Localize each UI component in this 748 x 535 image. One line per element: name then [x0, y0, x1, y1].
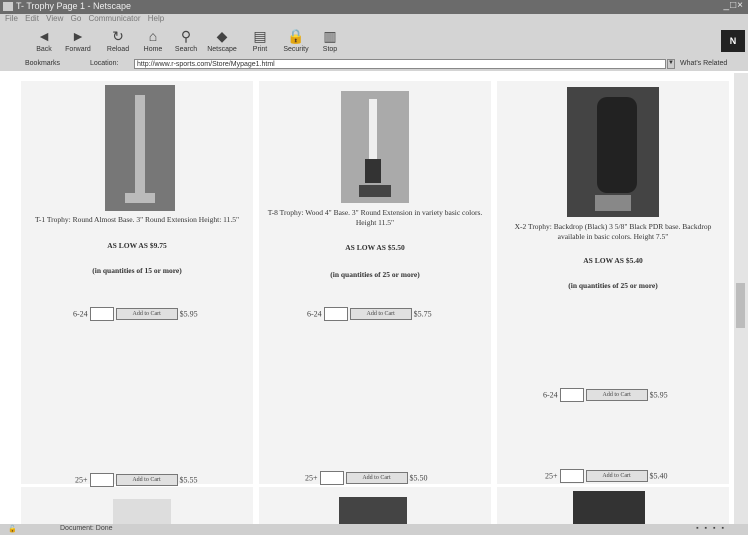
add-to-cart-button[interactable]: Add to Cart [345, 472, 408, 484]
product-cell-1: T-1 Trophy: Round Almost Base. 3" Round … [21, 81, 253, 487]
location-label: Location: [90, 60, 119, 67]
product-cell-3: X-2 Trophy: Backdrop (Black) 3 5/8" Blac… [497, 81, 729, 484]
tier-label: 25+ [305, 473, 318, 483]
product-image-5[interactable] [339, 497, 407, 524]
netscape-icon: ◆ [216, 28, 228, 44]
print-icon: ▤ [253, 28, 267, 44]
security-icon: 🔒 [287, 28, 305, 44]
quantity-input[interactable] [89, 307, 114, 321]
menu-bar: File Edit View Go Communicator Help [0, 14, 748, 26]
component-bar-icons[interactable]: ▪▪▪▪ [696, 525, 730, 532]
price-line-2: AS LOW AS $5.50 [345, 243, 405, 252]
stop-icon: ▥ [323, 28, 337, 44]
tier-label: 6-24 [307, 309, 322, 319]
print-button[interactable]: ▤ Print [244, 28, 276, 53]
tier-row: 25+ Add to Cart $5.50 [305, 471, 428, 485]
menu-view[interactable]: View [46, 14, 63, 23]
netscape-logo[interactable]: N [721, 30, 745, 52]
url-dropdown-icon[interactable]: ▼ [667, 59, 675, 69]
tier-label: 25+ [75, 475, 88, 485]
window-controls[interactable]: _□× [724, 0, 744, 11]
home-button[interactable]: ⌂ Home [137, 28, 169, 53]
add-to-cart-button[interactable]: Add to Cart [349, 308, 412, 320]
price-line-1: AS LOW AS $9.75 [107, 241, 167, 250]
search-button[interactable]: ⚲ Search [170, 28, 202, 53]
scrollbar-thumb[interactable] [736, 283, 745, 328]
tier-price: $5.95 [179, 309, 198, 319]
whats-related-button[interactable]: What's Related [680, 60, 727, 67]
add-to-cart-button[interactable]: Add to Cart [115, 474, 178, 486]
search-icon: ⚲ [180, 28, 192, 44]
forward-button[interactable]: ► Forward [62, 28, 94, 53]
add-to-cart-button[interactable]: Add to Cart [585, 389, 648, 401]
product-description-1: T-1 Trophy: Round Almost Base. 3" Round … [34, 215, 240, 224]
product-cell-2: T-8 Trophy: Wood 4" Base. 3" Round Exten… [259, 81, 491, 485]
menu-go[interactable]: Go [71, 14, 82, 23]
quantity-line-1: (in quantities of 15 or more) [92, 266, 182, 275]
quantity-input[interactable] [89, 473, 114, 487]
menu-help[interactable]: Help [148, 14, 164, 23]
product-image-6[interactable] [573, 491, 645, 524]
netscape-button[interactable]: ◆ Netscape [206, 28, 238, 53]
product-image-4[interactable] [113, 499, 171, 524]
security-button[interactable]: 🔒 Security [280, 28, 312, 53]
home-icon: ⌂ [148, 28, 158, 44]
product-image-2[interactable] [341, 91, 409, 203]
quantity-input[interactable] [559, 469, 584, 483]
tier-price: $5.95 [649, 390, 668, 400]
menu-file[interactable]: File [5, 14, 18, 23]
quantity-line-3: (in quantities of 25 or more) [568, 281, 658, 290]
status-bar: 🔓 Document: Done ▪▪▪▪ [0, 524, 748, 535]
tier-row: 6-24 Add to Cart $5.95 [73, 307, 198, 321]
product-cell-5 [259, 487, 491, 524]
tier-label: 6-24 [73, 309, 88, 319]
tier-label: 25+ [545, 471, 558, 481]
product-cell-6 [497, 487, 729, 524]
price-line-3: AS LOW AS $5.40 [583, 256, 643, 265]
navigation-toolbar: ◄ Back ► Forward ↻ Reload ⌂ Home ⚲ Search ◆ Ne… [0, 26, 748, 59]
location-bar: Bookmarks Location: http://www.r-sports.… [0, 59, 748, 71]
page-content: T-1 Trophy: Round Almost Base. 3" Round … [17, 73, 733, 524]
back-arrow-icon: ◄ [37, 28, 51, 44]
window-title: T- Trophy Page 1 - Netscape [16, 1, 132, 11]
url-input[interactable]: http://www.r-sports.com/Store/Mypage1.ht… [134, 59, 666, 69]
stop-button[interactable]: ▥ Stop [314, 28, 346, 53]
netscape-app-icon [3, 2, 13, 11]
tier-row: 6-24 Add to Cart $5.75 [307, 307, 432, 321]
product-cell-4 [21, 487, 253, 524]
tier-price: $5.75 [413, 309, 432, 319]
product-image-1[interactable] [105, 85, 175, 211]
forward-arrow-icon: ► [71, 28, 85, 44]
tier-price: $5.50 [409, 473, 428, 483]
vertical-scrollbar[interactable] [734, 73, 748, 524]
menu-edit[interactable]: Edit [25, 14, 39, 23]
quantity-line-2: (in quantities of 25 or more) [330, 270, 420, 279]
quantity-input[interactable] [559, 388, 584, 402]
product-image-3[interactable] [567, 87, 659, 217]
title-bar: T- Trophy Page 1 - Netscape _□× [0, 0, 748, 14]
tier-price: $5.40 [649, 471, 668, 481]
quantity-input[interactable] [319, 471, 344, 485]
tier-row: 6-24 Add to Cart $5.95 [543, 388, 668, 402]
add-to-cart-button[interactable]: Add to Cart [115, 308, 178, 320]
status-text: Document: Done [60, 525, 113, 532]
quantity-input[interactable] [323, 307, 348, 321]
tier-price: $5.55 [179, 475, 198, 485]
product-description-3: X-2 Trophy: Backdrop (Black) 3 5/8" Blac… [514, 222, 712, 241]
tier-row: 25+ Add to Cart $5.55 [75, 473, 198, 487]
reload-button[interactable]: ↻ Reload [102, 28, 134, 53]
reload-icon: ↻ [112, 28, 124, 44]
tier-label: 6-24 [543, 390, 558, 400]
tier-row: 25+ Add to Cart $5.40 [545, 469, 668, 483]
bookmarks-button[interactable]: Bookmarks [25, 60, 60, 67]
product-description-2: T-8 Trophy: Wood 4" Base. 3" Round Exten… [267, 208, 483, 227]
menu-communicator[interactable]: Communicator [89, 14, 141, 23]
security-lock-icon[interactable]: 🔓 [8, 525, 17, 533]
back-button[interactable]: ◄ Back [28, 28, 60, 53]
add-to-cart-button[interactable]: Add to Cart [585, 470, 648, 482]
